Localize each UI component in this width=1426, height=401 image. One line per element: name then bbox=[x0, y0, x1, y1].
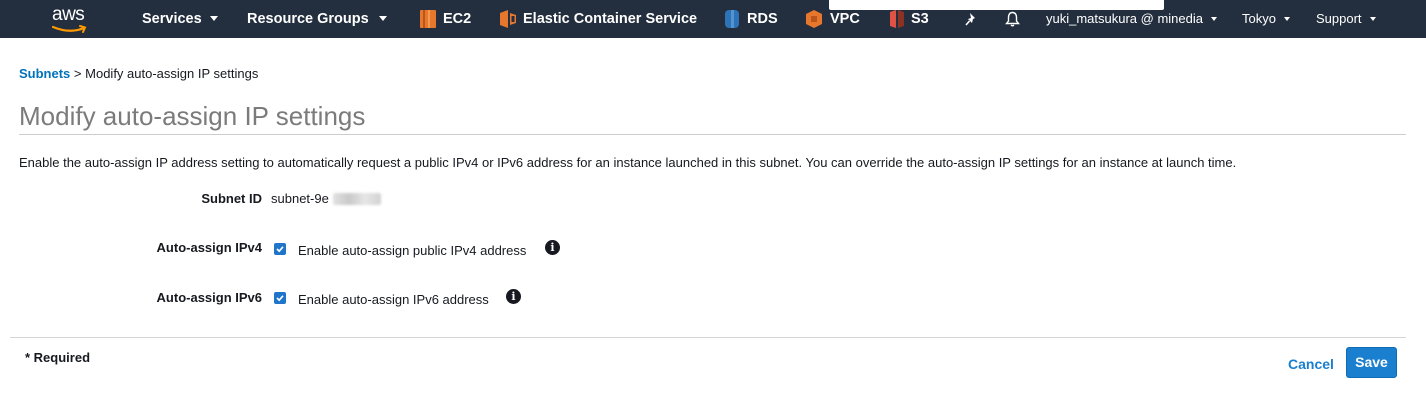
ec2-label: EC2 bbox=[443, 11, 472, 27]
pin-icon[interactable] bbox=[965, 12, 979, 26]
account-label: yuki_matsukura @ minedia bbox=[1046, 11, 1203, 26]
region-label: Tokyo bbox=[1242, 11, 1276, 26]
resource-groups-label: Resource Groups bbox=[247, 11, 369, 27]
breadcrumb-separator: > bbox=[73, 66, 82, 81]
redacted-subnet-id bbox=[333, 193, 381, 205]
breadcrumb-current: Modify auto-assign IP settings bbox=[85, 66, 259, 81]
title-divider bbox=[19, 134, 1406, 135]
ec2-shortcut[interactable]: EC2 bbox=[443, 0, 471, 38]
ipv6-checkbox[interactable] bbox=[274, 292, 286, 304]
ipv4-checkbox[interactable] bbox=[274, 243, 286, 255]
top-navigation-bar: aws Services Resource Groups EC2 Elastic… bbox=[0, 0, 1426, 38]
support-menu[interactable]: Support bbox=[1316, 0, 1376, 38]
resource-groups-menu[interactable]: Resource Groups bbox=[247, 0, 387, 38]
checkmark-icon bbox=[276, 295, 284, 302]
footer-divider bbox=[10, 337, 1406, 338]
bell-icon[interactable] bbox=[1005, 11, 1020, 27]
ipv6-checkbox-label[interactable]: Enable auto-assign IPv6 address bbox=[298, 292, 489, 307]
breadcrumb-subnets-link[interactable]: Subnets bbox=[19, 66, 70, 81]
chevron-down-icon bbox=[1369, 16, 1376, 21]
rds-shortcut[interactable]: RDS bbox=[747, 0, 778, 38]
services-label: Services bbox=[142, 11, 202, 27]
ec2-service-icon bbox=[420, 10, 436, 28]
ipv4-checkbox-label[interactable]: Enable auto-assign public IPv4 address bbox=[298, 243, 526, 258]
info-icon[interactable]: i bbox=[545, 240, 560, 255]
s3-service-icon bbox=[890, 10, 904, 28]
rds-service-icon bbox=[725, 10, 739, 28]
region-menu[interactable]: Tokyo bbox=[1242, 0, 1290, 38]
ecs-label: Elastic Container Service bbox=[523, 11, 698, 27]
ecs-service-icon bbox=[500, 10, 516, 28]
aws-smile-icon bbox=[52, 25, 87, 33]
rds-label: RDS bbox=[747, 11, 778, 27]
auto-assign-ipv4-label: Auto-assign IPv4 bbox=[156, 240, 262, 255]
support-label: Support bbox=[1316, 11, 1362, 26]
cancel-button[interactable]: Cancel bbox=[1288, 356, 1334, 372]
aws-logo[interactable]: aws bbox=[52, 4, 92, 34]
chevron-down-icon bbox=[209, 15, 218, 21]
save-button[interactable]: Save bbox=[1346, 347, 1397, 378]
required-note: * Required bbox=[25, 350, 91, 365]
page-title: Modify auto-assign IP settings bbox=[19, 101, 366, 131]
breadcrumb: Subnets > Modify auto-assign IP settings bbox=[19, 66, 258, 81]
ecs-shortcut[interactable]: Elastic Container Service bbox=[523, 0, 697, 38]
info-icon[interactable]: i bbox=[506, 289, 521, 304]
subnet-id-value: subnet-9e bbox=[271, 191, 329, 206]
account-menu[interactable]: yuki_matsukura @ minedia bbox=[1046, 0, 1217, 38]
page-description: Enable the auto-assign IP address settin… bbox=[19, 155, 1237, 170]
aws-logo-text: aws bbox=[52, 4, 85, 25]
services-menu[interactable]: Services bbox=[142, 0, 218, 38]
chevron-down-icon bbox=[378, 15, 387, 21]
chevron-down-icon bbox=[1210, 16, 1217, 21]
auto-assign-ipv6-label: Auto-assign IPv6 bbox=[156, 290, 262, 305]
subnet-id-label: Subnet ID bbox=[201, 191, 262, 206]
s3-label: S3 bbox=[911, 11, 929, 27]
checkmark-icon bbox=[276, 246, 284, 253]
chevron-down-icon bbox=[1283, 16, 1290, 21]
vpc-label: VPC bbox=[830, 11, 860, 27]
vpc-service-icon bbox=[806, 10, 822, 28]
